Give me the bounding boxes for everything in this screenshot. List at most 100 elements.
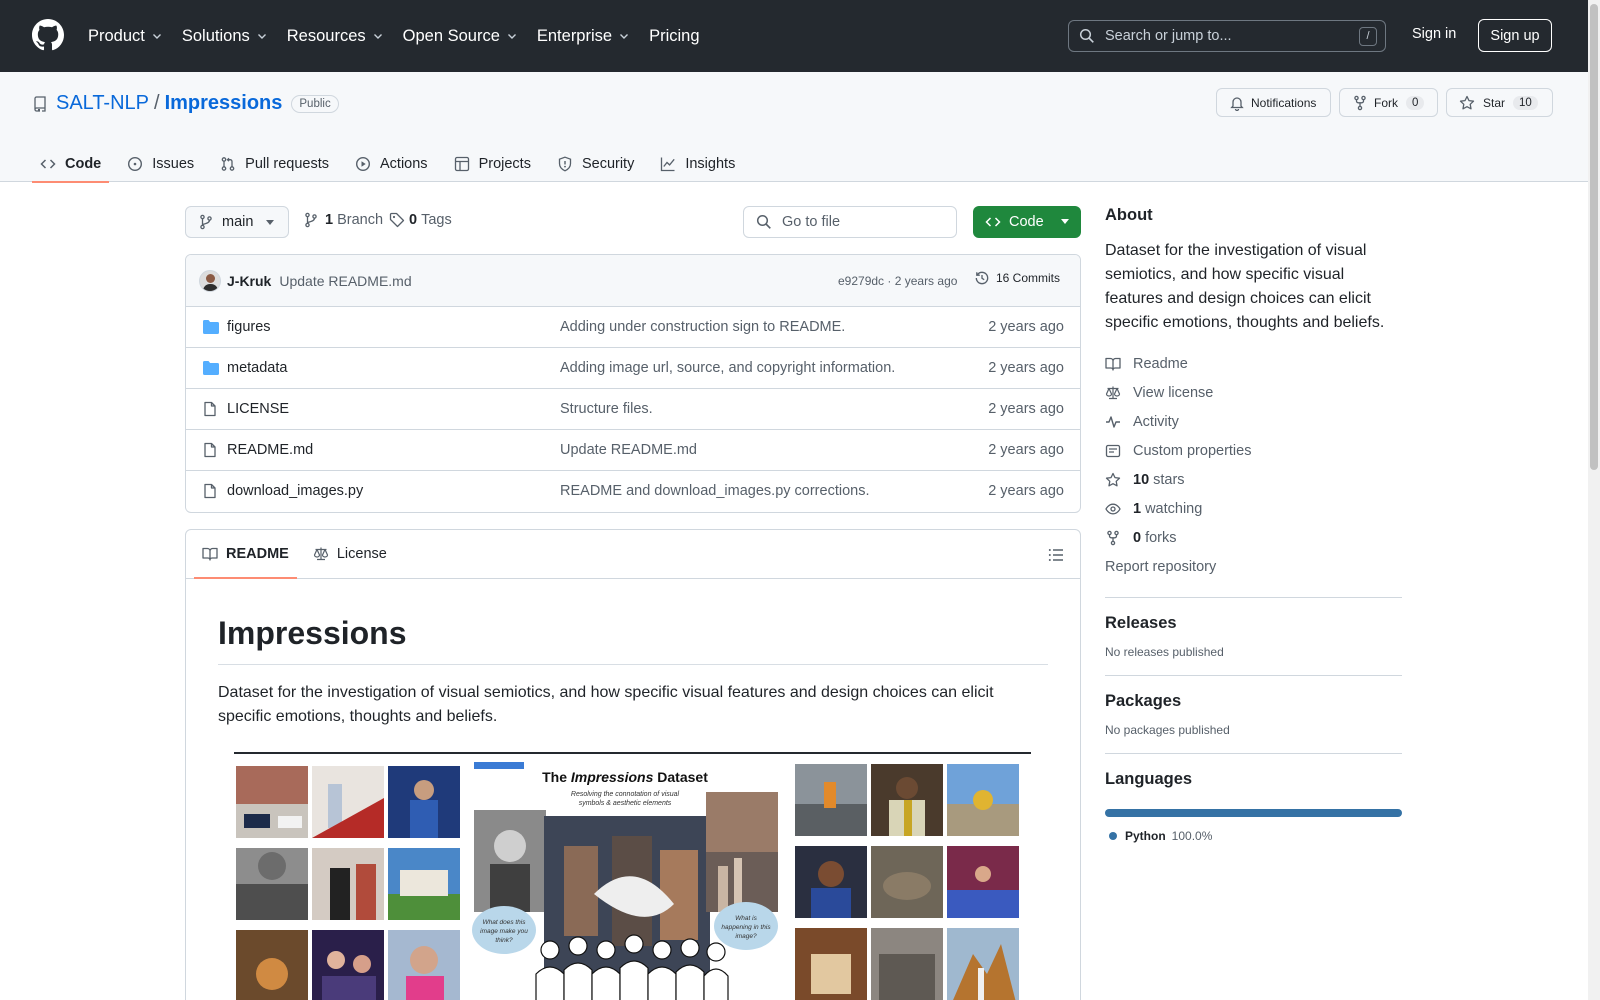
file-list: J-Kruk Update README.md e9279dc · 2 year… bbox=[185, 254, 1081, 513]
file-commit-message[interactable]: Adding image url, source, and copyright … bbox=[560, 360, 895, 376]
tab-license[interactable]: License bbox=[305, 530, 395, 578]
repo-owner-link[interactable]: SALT-NLP bbox=[56, 92, 149, 115]
figure-bubble-right: happening in this bbox=[721, 924, 771, 931]
search-icon bbox=[756, 214, 771, 229]
table-row[interactable]: figures Adding under construction sign t… bbox=[186, 307, 1080, 348]
tab-actions[interactable]: Actions bbox=[347, 142, 436, 182]
repo-name-link[interactable]: Impressions bbox=[165, 92, 283, 115]
readme-body: Impressions Dataset for the investigatio… bbox=[186, 615, 1080, 729]
caret-down-icon bbox=[266, 220, 274, 225]
tab-label: Security bbox=[581, 156, 635, 172]
table-row[interactable]: download_images.py README and download_i… bbox=[186, 471, 1080, 512]
sign-in-link[interactable]: Sign in bbox=[1412, 26, 1456, 42]
file-commit-message[interactable]: Adding under construction sign to README… bbox=[560, 319, 845, 335]
commits-history-link[interactable]: 16 Commits bbox=[974, 270, 1060, 286]
table-row[interactable]: README.md Update README.md 2 years ago bbox=[186, 430, 1080, 471]
language-bar bbox=[1105, 809, 1402, 817]
nav-solutions[interactable]: Solutions bbox=[182, 27, 268, 46]
graph-icon bbox=[661, 157, 676, 172]
scrollbar-thumb[interactable] bbox=[1590, 4, 1598, 470]
github-logo-icon[interactable] bbox=[32, 19, 64, 51]
custom-properties-link[interactable]: Custom properties bbox=[1105, 436, 1402, 465]
watching-link[interactable]: 1 watching bbox=[1105, 494, 1402, 523]
branch-count: 1 bbox=[325, 212, 334, 228]
view-license-link[interactable]: View license bbox=[1105, 378, 1402, 407]
global-search-input[interactable]: Search or jump to... / bbox=[1068, 20, 1386, 52]
figure-bubble-left: think? bbox=[495, 937, 513, 944]
commit-author[interactable]: J-Kruk bbox=[227, 273, 271, 289]
book-icon bbox=[1105, 357, 1121, 371]
releases-empty-text: No releases published bbox=[1105, 645, 1224, 659]
tab-pull-requests[interactable]: Pull requests bbox=[212, 142, 337, 182]
code-dropdown-button[interactable]: Code bbox=[973, 206, 1081, 238]
file-name[interactable]: metadata bbox=[227, 360, 287, 376]
code-icon bbox=[40, 159, 56, 169]
fork-button[interactable]: Fork 0 bbox=[1339, 88, 1438, 117]
tag-label: Tags bbox=[421, 212, 452, 228]
bell-icon bbox=[1230, 96, 1244, 111]
table-icon bbox=[454, 156, 469, 172]
file-commit-message[interactable]: Update README.md bbox=[560, 442, 697, 458]
chevron-down-icon bbox=[373, 34, 382, 39]
star-button[interactable]: Star 10 bbox=[1446, 88, 1553, 117]
eye-icon bbox=[1105, 503, 1121, 514]
forks-link[interactable]: 0 forks bbox=[1105, 523, 1402, 552]
tab-insights[interactable]: Insights bbox=[652, 142, 743, 182]
tab-readme[interactable]: README bbox=[194, 530, 297, 579]
commit-message[interactable]: Update README.md bbox=[279, 273, 411, 289]
tab-code[interactable]: Code bbox=[32, 142, 110, 183]
figure-bubble-left: What does this bbox=[483, 919, 527, 926]
report-repository-link[interactable]: Report repository bbox=[1105, 552, 1402, 581]
table-row[interactable]: LICENSE Structure files. 2 years ago bbox=[186, 389, 1080, 430]
notifications-button[interactable]: Notifications bbox=[1216, 88, 1331, 117]
nav-product[interactable]: Product bbox=[88, 27, 163, 46]
branches-link[interactable]: 1 Branch bbox=[303, 212, 383, 228]
activity-link[interactable]: Activity bbox=[1105, 407, 1402, 436]
list-outline-icon[interactable] bbox=[1048, 547, 1064, 563]
file-date: 2 years ago bbox=[988, 442, 1064, 458]
tab-issues[interactable]: Issues bbox=[119, 142, 202, 182]
file-name[interactable]: figures bbox=[227, 319, 271, 335]
languages-heading: Languages bbox=[1105, 770, 1193, 788]
readme-link[interactable]: Readme bbox=[1105, 349, 1402, 378]
law-icon bbox=[1105, 386, 1121, 399]
go-to-file-input[interactable]: Go to file bbox=[743, 206, 957, 238]
fork-icon bbox=[1107, 530, 1119, 545]
fork-label: Fork bbox=[1374, 95, 1398, 110]
figure-subtitle: symbols & aesthetic elements bbox=[579, 800, 672, 807]
file-name[interactable]: LICENSE bbox=[227, 401, 289, 417]
readme-title: Impressions bbox=[218, 615, 1048, 665]
tab-security[interactable]: Security bbox=[549, 142, 642, 182]
file-commit-message[interactable]: Structure files. bbox=[560, 401, 653, 417]
file-name[interactable]: download_images.py bbox=[227, 483, 363, 499]
page-scrollbar[interactable] bbox=[1588, 0, 1600, 1000]
search-icon bbox=[1079, 28, 1094, 43]
table-row[interactable]: metadata Adding image url, source, and c… bbox=[186, 348, 1080, 389]
stars-link[interactable]: 10 stars bbox=[1105, 465, 1402, 494]
nav-resources[interactable]: Resources bbox=[287, 27, 384, 46]
file-commit-message[interactable]: README and download_images.py correction… bbox=[560, 483, 869, 499]
nav-pricing[interactable]: Pricing bbox=[649, 27, 699, 46]
tags-link[interactable]: 0 Tags bbox=[389, 212, 452, 228]
avatar[interactable] bbox=[199, 269, 221, 292]
sign-up-button[interactable]: Sign up bbox=[1478, 19, 1552, 52]
nav-enterprise[interactable]: Enterprise bbox=[537, 27, 630, 46]
language-item[interactable]: Python 100.0% bbox=[1105, 829, 1402, 843]
branch-icon bbox=[305, 212, 317, 228]
tab-label: Issues bbox=[152, 156, 195, 172]
search-shortcut-hint: / bbox=[1359, 27, 1377, 46]
nav-open-source[interactable]: Open Source bbox=[403, 27, 518, 46]
file-name[interactable]: README.md bbox=[227, 442, 313, 458]
commit-hash-time[interactable]: e9279dc · 2 years ago bbox=[838, 274, 957, 288]
chevron-down-icon bbox=[152, 34, 161, 39]
global-nav: Product Solutions Resources Open Source … bbox=[88, 0, 719, 72]
repo-icon bbox=[34, 95, 46, 112]
releases-heading[interactable]: Releases bbox=[1105, 614, 1402, 633]
branch-select-button[interactable]: main bbox=[185, 206, 289, 238]
about-heading: About bbox=[1105, 206, 1153, 224]
visibility-badge: Public bbox=[291, 94, 339, 113]
link-label: stars bbox=[1153, 471, 1185, 488]
link-label: forks bbox=[1145, 529, 1177, 546]
tab-projects[interactable]: Projects bbox=[446, 142, 539, 182]
packages-heading[interactable]: Packages bbox=[1105, 692, 1402, 711]
